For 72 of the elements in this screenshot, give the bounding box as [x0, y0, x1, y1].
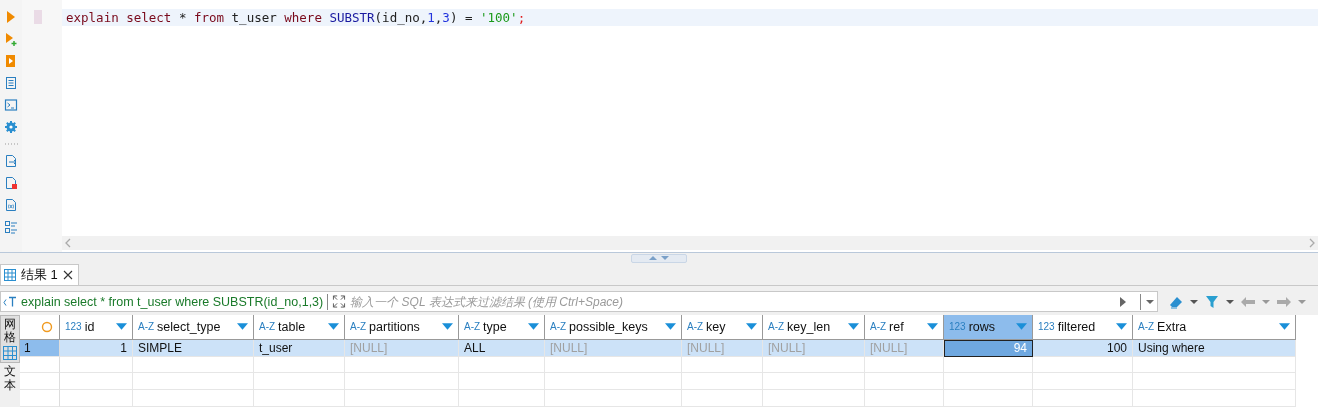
terminal-icon[interactable]	[4, 98, 18, 112]
column-header[interactable]: A-Z partitions	[345, 315, 459, 340]
sort-caret-icon[interactable]	[665, 323, 676, 331]
sort-caret-icon[interactable]	[746, 323, 757, 331]
column-header[interactable]: A-Z possible_keys	[545, 315, 682, 340]
scroll-right-icon[interactable]	[1308, 238, 1316, 248]
sort-caret-icon[interactable]	[116, 323, 127, 331]
caret-icon[interactable]	[1189, 298, 1199, 305]
view-tab[interactable]: 文本	[0, 363, 20, 394]
eraser-icon[interactable]	[1168, 294, 1184, 309]
sql-text-icon	[3, 295, 17, 308]
type-label: A-Z	[138, 321, 155, 333]
filter-input[interactable]: 输入一个 SQL 表达式来过滤结果 (使用 Ctrl+Space)	[350, 294, 1114, 309]
document-error-icon[interactable]	[4, 176, 18, 190]
apply-filter-icon[interactable]	[1118, 295, 1128, 308]
horizontal-scrollbar[interactable]	[62, 236, 1318, 250]
column-header[interactable]: A-Z key_len	[763, 315, 865, 340]
grid-icon	[4, 269, 16, 281]
layout-icon[interactable]	[4, 220, 18, 234]
filter-icon[interactable]	[1204, 294, 1220, 309]
dropdown-caret-icon[interactable]	[1145, 298, 1155, 305]
column-header[interactable]: A-Z type	[459, 315, 545, 340]
run-new-tab-icon[interactable]	[4, 32, 18, 46]
script-run-icon[interactable]	[4, 54, 18, 68]
separator-dots-icon	[4, 142, 18, 146]
export-icon[interactable]	[4, 154, 18, 168]
column-header[interactable]: A-Z Extra	[1133, 315, 1296, 340]
expand-icon[interactable]	[332, 295, 347, 308]
filter-field[interactable]: explain select * from t_user where SUBSTR(id_no,1,3) 输入一个 SQL 表达式来过滤结果 (使用 Ctrl+Space)	[0, 291, 1158, 312]
type-label: 123	[949, 321, 966, 333]
variables-icon[interactable]	[4, 198, 18, 212]
type-label: 123	[1038, 321, 1055, 333]
type-label: A-Z	[687, 321, 704, 333]
type-label: A-Z	[464, 321, 481, 333]
view-tab[interactable]: 网格	[0, 315, 20, 364]
caret-icon[interactable]	[1225, 298, 1235, 305]
sort-caret-icon[interactable]	[237, 323, 248, 331]
column-header[interactable]: 123 rows	[944, 315, 1033, 340]
column-header[interactable]: 123 id	[60, 315, 133, 340]
column-header[interactable]: 123 filtered	[1033, 315, 1133, 340]
type-label: A-Z	[350, 321, 367, 333]
filter-query-text: explain select * from t_user where SUBSTR(id_no,1,3)	[21, 294, 324, 309]
forward-arrow-icon[interactable]	[1276, 294, 1292, 309]
type-label: A-Z	[768, 321, 785, 333]
results-tab[interactable]: 结果 1	[0, 264, 79, 285]
type-label: A-Z	[259, 321, 276, 333]
type-label: A-Z	[870, 321, 887, 333]
type-label: A-Z	[550, 321, 567, 333]
sort-caret-icon[interactable]	[1279, 323, 1290, 331]
row-number-cell	[20, 390, 60, 407]
row-number-cell	[20, 356, 60, 374]
column-header[interactable]: A-Z table	[254, 315, 345, 340]
scroll-left-icon[interactable]	[64, 238, 72, 248]
close-icon[interactable]	[62, 270, 73, 280]
column-header[interactable]: A-Z ref	[865, 315, 944, 340]
circle-icon	[41, 320, 53, 333]
type-label: A-Z	[1138, 321, 1155, 333]
sort-caret-icon[interactable]	[528, 323, 539, 331]
sort-caret-icon[interactable]	[328, 323, 339, 331]
type-label: 123	[65, 321, 82, 333]
sort-caret-icon[interactable]	[848, 323, 859, 331]
document-icon[interactable]	[4, 76, 18, 90]
splitter-handle[interactable]	[631, 253, 687, 263]
sort-caret-icon[interactable]	[1116, 323, 1127, 331]
sort-caret-icon[interactable]	[1016, 323, 1027, 331]
column-header[interactable]: A-Z select_type	[133, 315, 254, 340]
sort-caret-icon[interactable]	[442, 323, 453, 331]
sort-caret-icon[interactable]	[927, 323, 938, 331]
column-header[interactable]: A-Z key	[682, 315, 763, 340]
grid-icon	[3, 346, 17, 361]
row-number-cell	[20, 373, 60, 391]
settings-icon[interactable]	[4, 120, 18, 134]
